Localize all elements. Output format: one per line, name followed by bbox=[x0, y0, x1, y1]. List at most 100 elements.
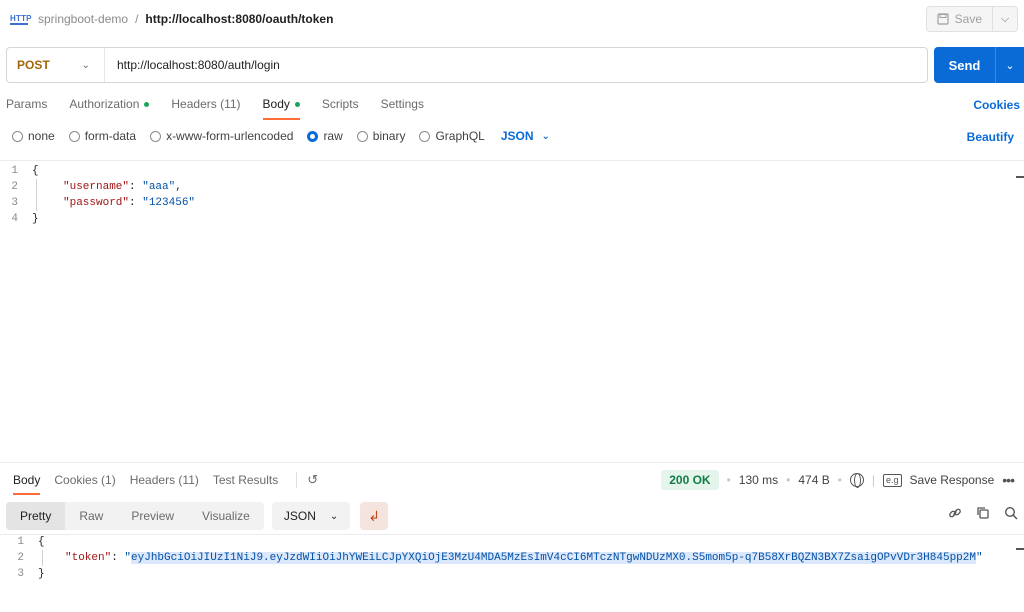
code-line: 4} bbox=[0, 211, 1010, 227]
response-body-viewer[interactable]: 1{ 2 "token": "eyJhbGciOiJIUzI1NiJ9.eyJzd… bbox=[6, 534, 1016, 582]
radio-icon bbox=[419, 130, 431, 142]
save-response-icon: e.g bbox=[883, 473, 902, 487]
response-format-select[interactable]: JSON ⌄ bbox=[271, 502, 351, 530]
separator: • bbox=[786, 473, 791, 487]
body-type-binary[interactable]: binary bbox=[356, 129, 406, 143]
body-type-none[interactable]: none bbox=[12, 129, 55, 143]
chevron-down-icon: ⌄ bbox=[81, 59, 90, 71]
save-button-group: Save ⌵ bbox=[925, 6, 1018, 32]
radio-icon bbox=[12, 130, 23, 142]
code-token: : bbox=[129, 197, 143, 209]
tab-body[interactable]: Body bbox=[262, 92, 301, 120]
body-format-select[interactable]: JSON ⌄ bbox=[501, 129, 550, 143]
tab-label: Body bbox=[262, 97, 290, 111]
http-request-icon: HTTP bbox=[10, 13, 32, 25]
tab-label: Authorization bbox=[69, 97, 140, 111]
link-icon[interactable] bbox=[948, 506, 962, 520]
configured-dot-icon bbox=[144, 101, 150, 107]
response-tab-cookies[interactable]: Cookies (1) bbox=[54, 470, 115, 490]
tab-label: Headers (11) bbox=[171, 97, 241, 111]
code-token: : bbox=[111, 552, 125, 564]
json-key: "username" bbox=[63, 181, 130, 193]
radio-checked-icon bbox=[307, 130, 319, 142]
tab-label: Scripts bbox=[321, 97, 359, 111]
header-bar: HTTP springboot-demo / http://localhost:… bbox=[0, 0, 1024, 38]
method-label: POST bbox=[17, 58, 50, 72]
code-line: 1{ bbox=[6, 534, 1016, 550]
save-label: Save bbox=[954, 12, 982, 26]
request-tabs: Params Authorization Headers (11) Body S… bbox=[0, 92, 1024, 120]
more-options-icon[interactable]: ••• bbox=[1002, 472, 1015, 488]
line-number: 2 bbox=[17, 552, 24, 564]
radio-label: x-www-form-urlencoded bbox=[166, 129, 294, 143]
radio-label: raw bbox=[323, 129, 343, 143]
separator: • bbox=[726, 473, 731, 487]
response-tab-headers[interactable]: Headers (11) bbox=[130, 470, 199, 490]
response-meta: 200 OK • 130 ms • 474 B • | e.g Save Res… bbox=[661, 470, 1015, 490]
code-line: 2 "token": "eyJhbGciOiJIUzI1NiJ9.eyJzdWIi… bbox=[6, 550, 1016, 566]
cookies-link[interactable]: Cookies bbox=[973, 98, 1020, 112]
body-type-graphql[interactable]: GraphQL bbox=[419, 129, 485, 143]
breadcrumb-request-name[interactable]: http://localhost:8080/oauth/token bbox=[145, 12, 333, 26]
copy-icon[interactable] bbox=[976, 506, 990, 520]
radio-label: GraphQL bbox=[435, 129, 485, 143]
radio-icon bbox=[68, 130, 80, 142]
radio-label: none bbox=[28, 129, 55, 143]
beautify-button[interactable]: Beautify bbox=[967, 130, 1014, 144]
wrap-lines-icon[interactable]: ↲ bbox=[360, 502, 389, 530]
scrollbar[interactable] bbox=[1016, 548, 1024, 550]
body-type-raw[interactable]: raw bbox=[307, 129, 343, 143]
format-label: JSON bbox=[283, 509, 316, 523]
url-bar: POST ⌄ bbox=[6, 47, 928, 83]
json-value: "eyJhbGciOiJIUzI1NiJ9.eyJzdWIiOiJhYWEiLC… bbox=[124, 552, 983, 564]
line-number: 3 bbox=[11, 197, 18, 209]
line-number: 1 bbox=[11, 165, 18, 177]
code-token: } bbox=[32, 213, 39, 225]
response-tools bbox=[948, 506, 1018, 520]
search-icon[interactable] bbox=[1004, 506, 1018, 520]
response-tab-test-results[interactable]: Test Results bbox=[213, 470, 278, 490]
scrollbar[interactable] bbox=[1016, 176, 1024, 178]
view-mode-pretty[interactable]: Pretty bbox=[6, 502, 66, 530]
body-type-form-data[interactable]: form-data bbox=[68, 129, 136, 143]
status-badge[interactable]: 200 OK bbox=[661, 470, 719, 490]
tab-settings[interactable]: Settings bbox=[381, 92, 424, 116]
body-type-urlencoded[interactable]: x-www-form-urlencoded bbox=[150, 129, 293, 143]
tab-authorization[interactable]: Authorization bbox=[69, 92, 150, 116]
chevron-down-icon: ⌄ bbox=[329, 510, 339, 522]
divider bbox=[0, 160, 1024, 161]
method-select[interactable]: POST ⌄ bbox=[7, 48, 105, 82]
save-button[interactable]: Save bbox=[927, 7, 993, 31]
floppy-disk-icon bbox=[937, 13, 949, 25]
tab-scripts[interactable]: Scripts bbox=[322, 92, 359, 116]
selected-token-value[interactable]: eyJhbGciOiJIUzI1NiJ9.eyJzdWIiOiJhYWEiLCJ… bbox=[131, 552, 976, 564]
response-time[interactable]: 130 ms bbox=[739, 473, 778, 487]
response-size[interactable]: 474 B bbox=[798, 473, 829, 487]
save-options-chevron-down-icon[interactable]: ⌵ bbox=[993, 7, 1017, 31]
breadcrumb-separator: / bbox=[135, 12, 139, 26]
code-token: : bbox=[129, 181, 143, 193]
code-token: , bbox=[175, 181, 182, 193]
radio-icon bbox=[150, 130, 162, 142]
code-token: } bbox=[38, 568, 45, 580]
view-mode-preview[interactable]: Preview bbox=[117, 502, 188, 530]
radio-label: binary bbox=[372, 129, 406, 143]
line-number: 4 bbox=[11, 213, 18, 225]
view-mode-visualize[interactable]: Visualize bbox=[188, 502, 264, 530]
response-tab-body[interactable]: Body bbox=[13, 470, 41, 495]
send-options-chevron-down-icon[interactable]: ⌄ bbox=[996, 47, 1024, 83]
tab-params[interactable]: Params bbox=[6, 92, 47, 116]
save-response-button[interactable]: Save Response bbox=[910, 473, 995, 487]
tab-headers[interactable]: Headers (11) bbox=[171, 92, 240, 116]
indent-guide bbox=[36, 195, 37, 211]
globe-icon[interactable] bbox=[849, 473, 864, 488]
breadcrumb-collection[interactable]: springboot-demo bbox=[38, 12, 128, 26]
response-view-toolbar: Pretty Raw Preview Visualize JSON ⌄ ↲ bbox=[6, 502, 389, 530]
view-mode-raw[interactable]: Raw bbox=[65, 502, 117, 530]
indent-guide bbox=[36, 179, 37, 195]
history-icon[interactable]: ↺ bbox=[296, 472, 318, 488]
url-input[interactable] bbox=[105, 48, 927, 82]
request-body-editor[interactable]: 1{ 2 "username": "aaa", 3 "password": "123… bbox=[0, 163, 1010, 227]
pane-resize-divider[interactable] bbox=[0, 462, 1024, 463]
send-button[interactable]: Send bbox=[934, 47, 996, 83]
